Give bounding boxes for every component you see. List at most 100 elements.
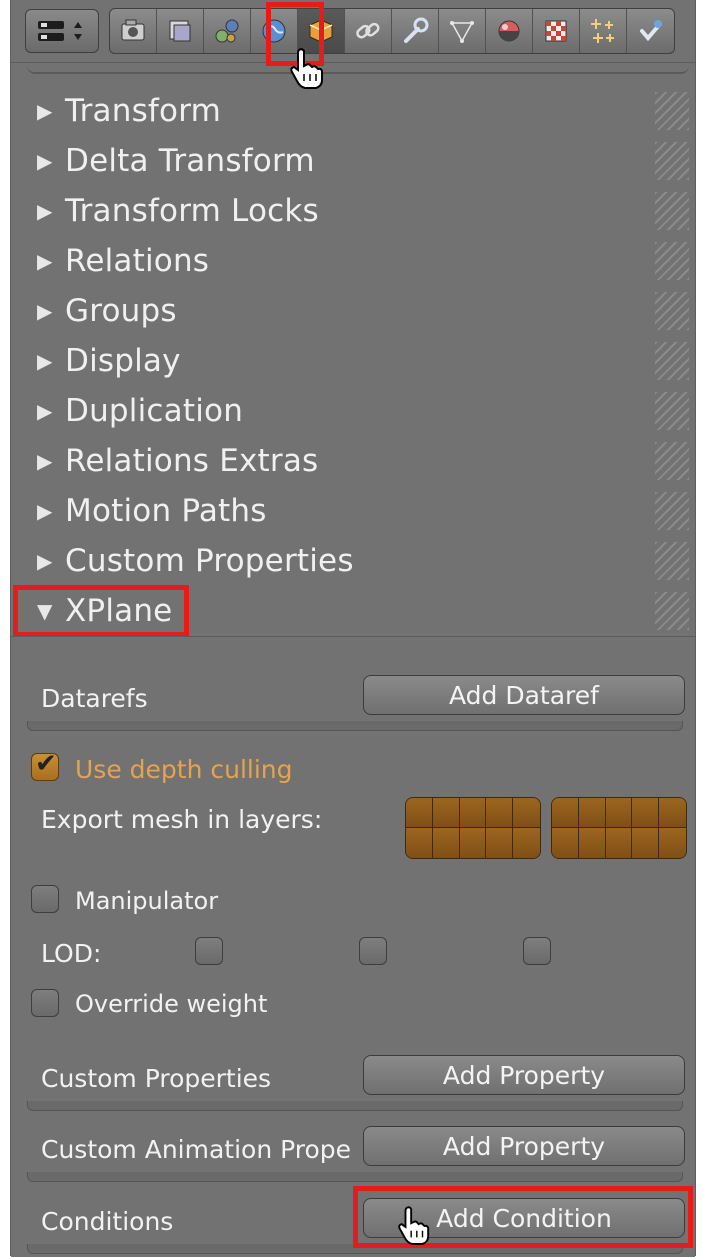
lod-checkbox-1[interactable]: [195, 937, 223, 965]
layer-toggle[interactable]: [513, 798, 540, 828]
panel-delta-transform[interactable]: ▶ Delta Transform: [11, 136, 695, 186]
layer-toggle[interactable]: [432, 828, 460, 858]
physics-icon: [639, 20, 662, 42]
tab-scene[interactable]: [204, 9, 251, 53]
drag-grip-icon[interactable]: [655, 542, 689, 580]
lod-checkbox-2[interactable]: [359, 937, 387, 965]
layer-toggle[interactable]: [406, 798, 433, 828]
drag-grip-icon[interactable]: [655, 92, 689, 130]
expand-arrow-icon: ▶: [37, 149, 53, 173]
tab-world[interactable]: [251, 9, 298, 53]
panel-transform[interactable]: ▶ Transform: [11, 86, 695, 136]
export-mesh-label: Export mesh in layers:: [41, 805, 323, 834]
panel-relations-extras[interactable]: ▶ Relations Extras: [11, 436, 695, 486]
constraints-icon: [356, 22, 380, 39]
world-icon: [262, 19, 286, 43]
lod-label: LOD:: [41, 939, 102, 968]
render-icon: [121, 19, 145, 41]
drag-grip-icon[interactable]: [655, 342, 689, 380]
panel-display[interactable]: ▶ Display: [11, 336, 695, 386]
layer-toggle[interactable]: [486, 828, 514, 858]
window: ▶ Transform ▶ Delta Transform ▶ Transform L…: [0, 0, 702, 1257]
drag-grip-icon[interactable]: [655, 192, 689, 230]
material-icon: [498, 20, 520, 42]
tab-particles[interactable]: [580, 9, 627, 53]
layer-toggle[interactable]: [632, 798, 660, 828]
properties-editor: ▶ Transform ▶ Delta Transform ▶ Transform L…: [10, 0, 696, 1257]
tab-texture[interactable]: [533, 9, 580, 53]
drag-grip-icon[interactable]: [655, 292, 689, 330]
panel-label: XPlane: [65, 593, 173, 629]
drag-grip-icon[interactable]: [655, 142, 689, 180]
expand-arrow-icon: ▶: [37, 299, 53, 323]
tab-physics[interactable]: [627, 9, 674, 53]
object-icon: [309, 19, 333, 43]
manipulator-checkbox[interactable]: [31, 885, 59, 913]
use-depth-culling-label: Use depth culling: [75, 755, 293, 784]
tab-render-layers[interactable]: [157, 9, 204, 53]
xplane-panel-body: Datarefs Add Dataref ✔ Use depth culling…: [11, 636, 695, 1257]
custom-animation-divider: [27, 1172, 683, 1182]
tab-object[interactable]: [298, 9, 345, 53]
datarefs-label: Datarefs: [41, 684, 148, 713]
layer-toggle[interactable]: [578, 798, 606, 828]
layer-toggle[interactable]: [552, 798, 579, 828]
layer-toggle[interactable]: [552, 828, 579, 858]
layer-toggle[interactable]: [406, 828, 433, 858]
panel-transform-locks[interactable]: ▶ Transform Locks: [11, 186, 695, 236]
properties-header: [11, 0, 695, 74]
expand-arrow-icon: ▶: [37, 449, 53, 473]
panel-duplication[interactable]: ▶ Duplication: [11, 386, 695, 436]
panel-label: Transform Locks: [65, 193, 319, 229]
drag-grip-icon[interactable]: [655, 392, 689, 430]
expand-arrow-icon: ▶: [37, 499, 53, 523]
panel-label: Groups: [65, 293, 177, 329]
tab-modifiers[interactable]: [392, 9, 439, 53]
panel-label: Relations Extras: [65, 443, 319, 479]
layer-toggle[interactable]: [605, 828, 633, 858]
collapse-arrow-icon: ▼: [37, 599, 53, 623]
tab-object-data[interactable]: [439, 9, 486, 53]
layer-toggle[interactable]: [605, 798, 633, 828]
panel-xplane[interactable]: ▼ XPlane: [11, 586, 695, 636]
panel-custom-properties[interactable]: ▶ Custom Properties: [11, 536, 695, 586]
datarefs-divider: [27, 721, 683, 731]
layer-toggle[interactable]: [486, 798, 514, 828]
tab-material[interactable]: [486, 9, 533, 53]
use-depth-culling-checkbox[interactable]: ✔: [31, 751, 59, 781]
panel-list: ▶ Transform ▶ Delta Transform ▶ Transform L…: [11, 86, 695, 636]
drag-grip-icon[interactable]: [655, 242, 689, 280]
panel-motion-paths[interactable]: ▶ Motion Paths: [11, 486, 695, 536]
export-layers-grid-1[interactable]: [405, 797, 541, 859]
editor-type-menu-button[interactable]: [25, 9, 99, 53]
layer-toggle[interactable]: [513, 828, 540, 858]
panel-groups[interactable]: ▶ Groups: [11, 286, 695, 336]
override-weight-checkbox[interactable]: [31, 989, 59, 1017]
panel-label: Custom Properties: [65, 543, 354, 579]
panel-label: Transform: [65, 93, 221, 129]
add-animation-property-button[interactable]: Add Property: [363, 1126, 685, 1166]
drag-grip-icon[interactable]: [655, 592, 689, 630]
export-layers-grid-2[interactable]: [551, 797, 687, 859]
panel-label: Motion Paths: [65, 493, 267, 529]
lod-checkbox-3[interactable]: [523, 937, 551, 965]
tab-render[interactable]: [110, 9, 157, 53]
layer-toggle[interactable]: [659, 798, 686, 828]
panel-label: Duplication: [65, 393, 244, 429]
layer-toggle[interactable]: [432, 798, 460, 828]
add-property-button[interactable]: Add Property: [363, 1055, 685, 1095]
header-divider: [27, 54, 689, 74]
tab-constraints[interactable]: [345, 9, 392, 53]
layer-toggle[interactable]: [578, 828, 606, 858]
add-dataref-button[interactable]: Add Dataref: [363, 675, 685, 715]
layer-toggle[interactable]: [459, 828, 487, 858]
add-condition-button[interactable]: Add Condition: [363, 1198, 685, 1238]
expand-arrow-icon: ▶: [37, 199, 53, 223]
drag-grip-icon[interactable]: [655, 492, 689, 530]
layer-toggle[interactable]: [632, 828, 660, 858]
conditions-label: Conditions: [41, 1207, 174, 1236]
layer-toggle[interactable]: [459, 798, 487, 828]
panel-relations[interactable]: ▶ Relations: [11, 236, 695, 286]
drag-grip-icon[interactable]: [655, 442, 689, 480]
layer-toggle[interactable]: [659, 828, 686, 858]
